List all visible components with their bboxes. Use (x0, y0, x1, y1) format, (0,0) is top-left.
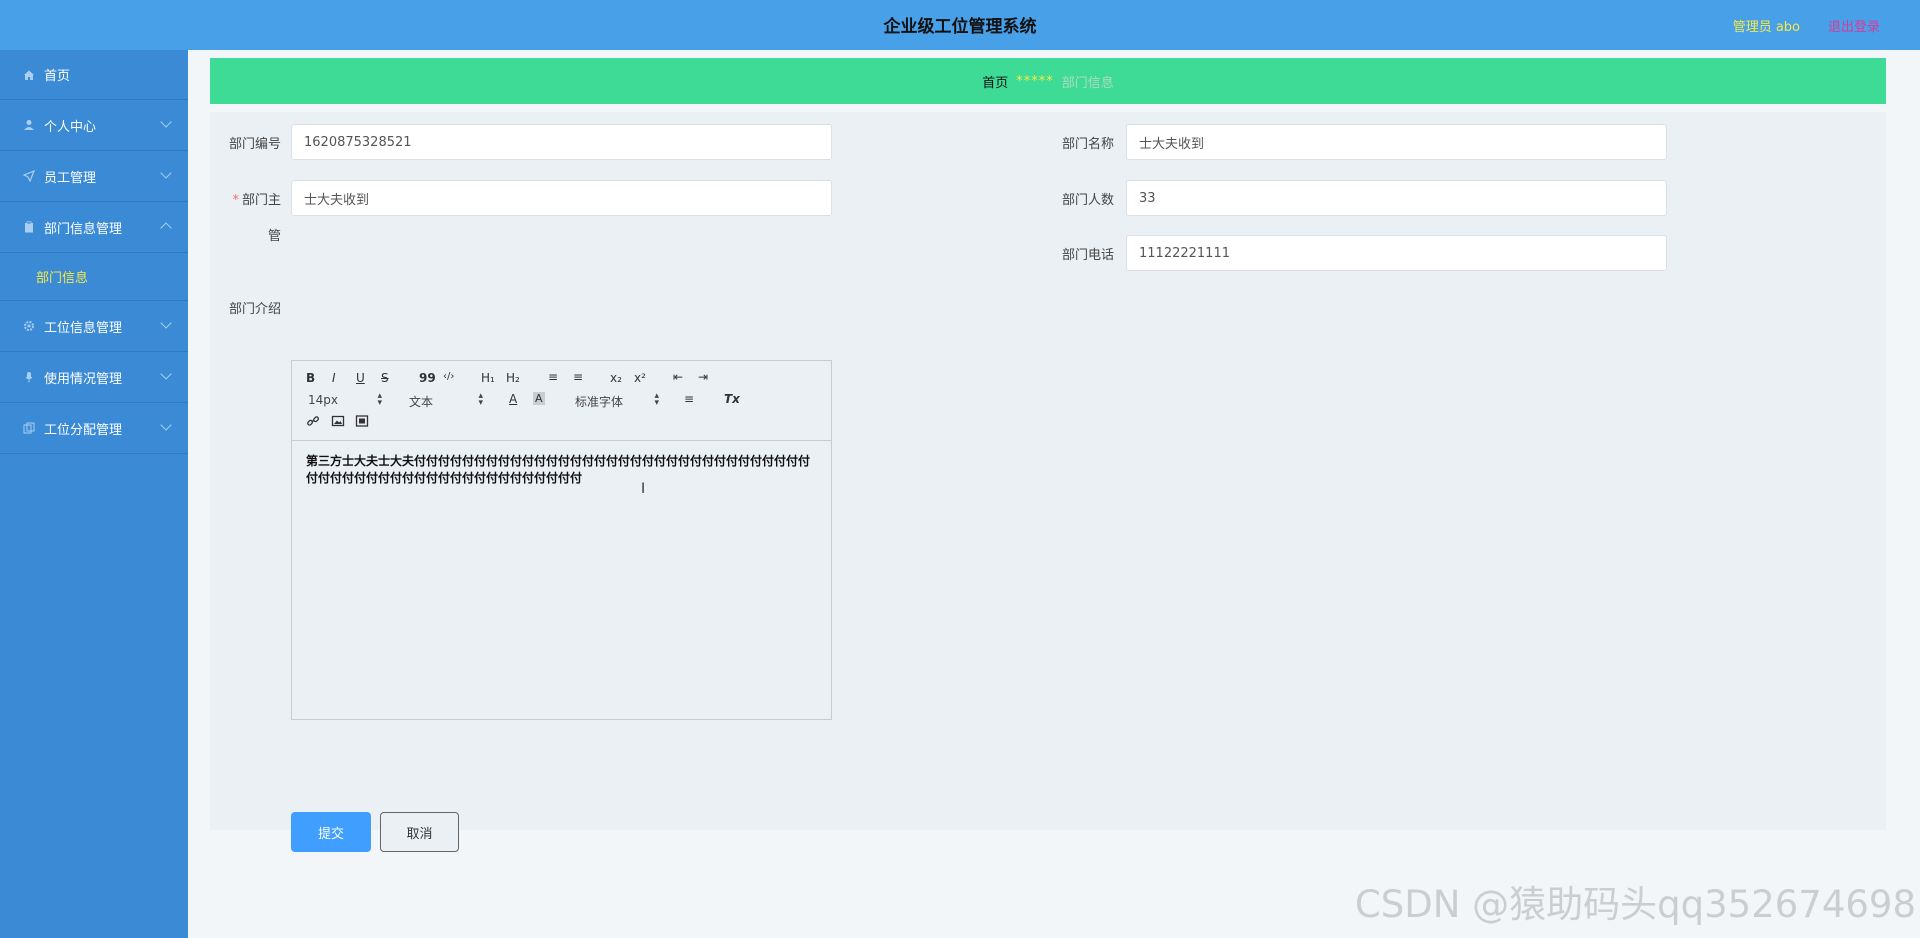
breadcrumb-home[interactable]: 首页 (982, 72, 1008, 91)
sidebar-item-dept-info-mgmt[interactable]: 部门信息管理 (0, 202, 188, 253)
bullet-list-icon[interactable]: ≡ (573, 370, 583, 384)
user-icon (22, 118, 36, 132)
sidebar-subitem-label: 部门信息 (36, 271, 89, 286)
headcount-label: 部门人数 (1061, 193, 1114, 208)
dept-no-label: 部门编号 (228, 137, 281, 152)
copy-icon (22, 421, 36, 435)
underline-button[interactable]: U (356, 371, 365, 385)
dept-name-input[interactable]: 士大夫收到 (1126, 124, 1667, 160)
sidebar-subitem-dept-info[interactable]: 部门信息 (0, 253, 188, 301)
chevron-down-icon (160, 419, 172, 431)
strike-button[interactable]: S (381, 371, 389, 385)
app-title: 企业级工位管理系统 (883, 17, 1037, 37)
sidebar: 首页 个人中心 员工管理 部门信息管理 部门信息 工位信息管理 使用情况管理 工… (0, 50, 188, 938)
italic-button[interactable]: I (332, 371, 336, 385)
link-icon[interactable] (306, 414, 320, 431)
sidebar-item-label: 首页 (44, 69, 71, 84)
required-mark: * (232, 193, 239, 208)
header-select[interactable]: 文本 ▴ ▾ (409, 391, 483, 410)
select-arrow-icon: ▴ ▾ (478, 391, 483, 408)
font-size-select[interactable]: 14px ▴ ▾ (308, 391, 382, 408)
bold-button[interactable]: B (306, 371, 315, 385)
sidebar-item-label: 工位信息管理 (44, 320, 123, 336)
phone-label: 部门电话 (1061, 248, 1114, 263)
font-color-icon[interactable]: A (509, 392, 517, 406)
chevron-down-icon (160, 116, 172, 128)
select-arrow-icon: ▴ ▾ (654, 391, 659, 408)
chevron-down-icon (160, 167, 172, 179)
sidebar-item-label: 工位分配管理 (44, 422, 123, 438)
gear-icon (22, 319, 36, 333)
breadcrumb-current: 部门信息 (1061, 75, 1114, 91)
dept-form: 部门编号 1620875328521 部门名称 士大夫收到 * 部门主 管 士大夫… (210, 112, 1886, 852)
submit-button[interactable]: 提交 (291, 812, 371, 852)
current-user: 管理员 abo (1732, 20, 1800, 35)
sidebar-item-personal-center[interactable]: 个人中心 (0, 100, 188, 151)
manager-input[interactable]: 士大夫收到 (291, 180, 832, 216)
dept-name-label: 部门名称 (1061, 137, 1114, 152)
main-content: 首页 ***** 部门信息 部门编号 1620875328521 部门名称 士大… (188, 50, 1920, 938)
watermark: CSDN @猿助码头qq352674698 (1354, 883, 1916, 926)
home-icon (22, 68, 36, 82)
intro-label: 部门介绍 (228, 302, 281, 317)
send-icon (22, 169, 36, 183)
select-arrow-icon: ▴ ▾ (377, 391, 382, 408)
sidebar-item-usage-mgmt[interactable]: 使用情况管理 (0, 352, 188, 403)
chevron-down-icon (160, 317, 172, 329)
code-block-button[interactable]: ‹/› (443, 371, 454, 382)
phone-input[interactable]: 11122221111 (1126, 235, 1667, 271)
top-header: 企业级工位管理系统 管理员 abo 退出登录 (0, 0, 1920, 50)
rich-text-editor: B I U S 99 ‹/› H₁ H₂ ≡ ≡ x₂ x² ⇤ ⇥ 14px ▴… (291, 360, 832, 720)
sidebar-item-employee-mgmt[interactable]: 员工管理 (0, 151, 188, 202)
blockquote-button[interactable]: 99 (419, 371, 436, 385)
font-family-select[interactable]: 标准字体 ▴ ▾ (575, 391, 659, 410)
sidebar-item-home[interactable]: 首页 (0, 50, 188, 100)
video-icon[interactable] (355, 414, 369, 431)
text-cursor-icon: I (641, 481, 646, 497)
cancel-button[interactable]: 取消 (380, 812, 459, 852)
sidebar-item-label: 个人中心 (44, 119, 97, 135)
editor-content[interactable]: 第三方士大夫士大夫付付付付付付付付付付付付付付付付付付付付付付付付付付付付付付付… (306, 453, 816, 487)
sidebar-item-label: 使用情况管理 (44, 371, 123, 387)
breadcrumb-separator: ***** (1016, 73, 1054, 89)
mic-icon (22, 370, 36, 384)
chevron-down-icon (160, 368, 172, 380)
headcount-input[interactable]: 33 (1126, 180, 1667, 216)
clear-format-icon[interactable]: Tx (724, 392, 740, 406)
indent-icon[interactable]: ⇥ (698, 370, 708, 384)
align-icon[interactable]: ≡ (684, 392, 694, 406)
dept-no-input[interactable]: 1620875328521 (291, 124, 832, 160)
image-icon[interactable] (331, 414, 345, 431)
clipboard-icon (22, 220, 36, 234)
background-color-icon[interactable]: A (533, 392, 545, 405)
outdent-icon[interactable]: ⇤ (673, 370, 683, 384)
sidebar-item-label: 员工管理 (44, 170, 97, 186)
manager-label: * 部门主 (232, 193, 281, 208)
sidebar-item-label: 部门信息管理 (44, 221, 123, 237)
manager-label-wrap: 管 (267, 229, 281, 244)
h1-button[interactable]: H₁ (481, 371, 495, 385)
sidebar-item-station-info-mgmt[interactable]: 工位信息管理 (0, 301, 188, 352)
superscript-button[interactable]: x² (634, 371, 646, 385)
breadcrumb: 首页 ***** 部门信息 (210, 58, 1886, 104)
editor-toolbar: B I U S 99 ‹/› H₁ H₂ ≡ ≡ x₂ x² ⇤ ⇥ 14px ▴… (292, 361, 831, 441)
chevron-up-icon (160, 222, 172, 234)
logout-link[interactable]: 退出登录 (1828, 16, 1880, 35)
sidebar-item-station-assign-mgmt[interactable]: 工位分配管理 (0, 403, 188, 454)
subscript-button[interactable]: x₂ (610, 371, 622, 385)
app-root: 企业级工位管理系统 管理员 abo 退出登录 首页 个人中心 员工管理 部门信息… (0, 0, 1920, 938)
ordered-list-icon[interactable]: ≡ (548, 370, 558, 384)
h2-button[interactable]: H₂ (506, 371, 520, 385)
